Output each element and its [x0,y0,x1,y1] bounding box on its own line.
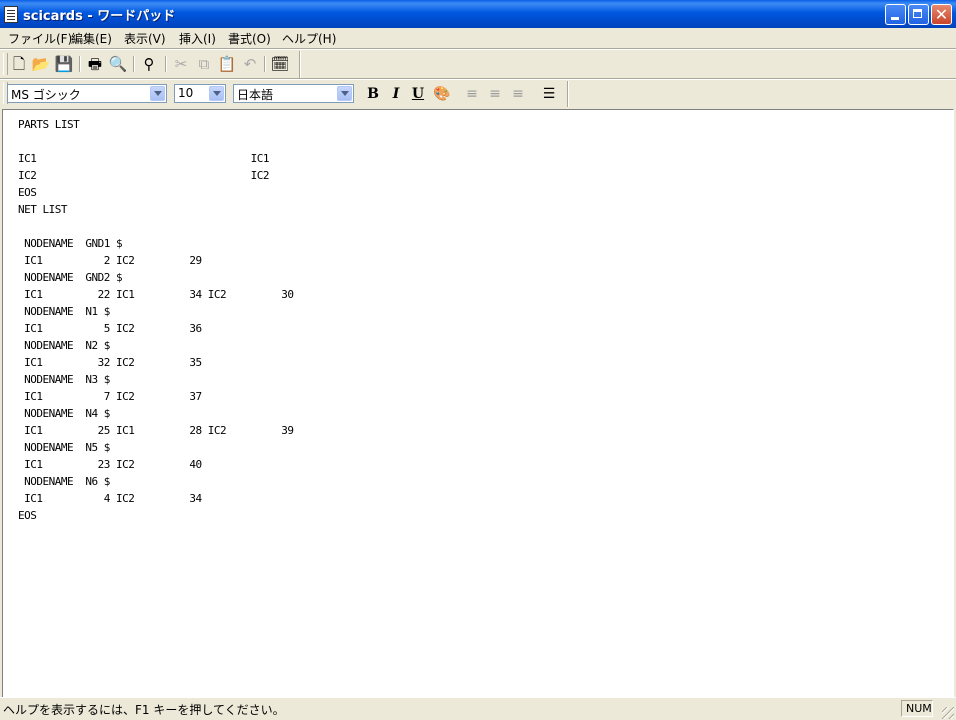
toolbar-divider [264,56,266,72]
num-lock-indicator: NUM [901,700,933,717]
maximize-icon [913,9,922,18]
chevron-down-icon[interactable] [337,86,352,101]
num-lock-label: NUM [906,702,932,715]
minimize-button[interactable] [885,4,906,25]
new-document-icon[interactable]: 🗋 [9,54,29,74]
title-bar[interactable]: scicards - ワードパッド ✕ [0,0,956,28]
menu-help[interactable]: ヘルプ(H) [282,30,336,47]
chevron-down-icon[interactable] [209,86,224,101]
minimize-icon [891,17,899,20]
align-right-icon[interactable]: ≡ [508,84,528,104]
maximize-button[interactable] [908,4,929,25]
wordpad-window: scicards - ワードパッド ✕ ファイル(F) 編集(E) 表示(V) … [0,0,956,720]
status-help-text: ヘルプを表示するには、F1 キーを押してください。 [3,703,285,717]
copy-icon[interactable]: ⧉ [194,54,214,74]
document-area[interactable]: PARTS LIST IC1 IC1 IC2 IC2 EOS NET LIST … [2,109,954,698]
font-name-combo[interactable]: MS ゴシック [7,84,167,103]
font-size-value: 10 [178,86,194,100]
open-folder-icon[interactable]: 📂 [31,54,51,74]
paste-icon[interactable]: 📋 [217,54,237,74]
bullets-icon[interactable]: ☰ [539,84,559,104]
document-text[interactable]: PARTS LIST IC1 IC1 IC2 IC2 EOS NET LIST … [18,116,294,524]
toolbar-divider [79,56,81,72]
toolbar-grip[interactable] [3,53,8,75]
menu-view[interactable]: 表示(V) [124,30,166,47]
toolbar-divider [165,56,167,72]
date-time-icon[interactable]: 🗓 [270,54,290,74]
wordpad-app-icon[interactable] [4,6,18,23]
menu-insert[interactable]: 挿入(I) [179,30,216,47]
script-combo[interactable]: 日本語 [233,84,354,103]
cut-icon[interactable]: ✂ [171,54,191,74]
script-value: 日本語 [237,88,274,102]
align-center-icon[interactable]: ≡ [485,84,505,104]
menu-file[interactable]: ファイル(F) [8,30,72,47]
font-size-combo[interactable]: 10 [174,84,226,103]
menu-bar: ファイル(F) 編集(E) 表示(V) 挿入(I) 書式(O) ヘルプ(H) [0,28,956,48]
status-bar: ヘルプを表示するには、F1 キーを押してください。 NUM [0,697,956,720]
italic-button[interactable]: I [386,84,406,104]
window-title: scicards - ワードパッド [23,9,176,24]
toolbar-divider [133,56,135,72]
text-color-icon[interactable]: 🎨 [432,84,452,104]
find-binoculars-icon[interactable]: ⚲ [139,54,159,74]
toolbar-separator [0,78,956,80]
standard-toolbar: 🗋 📂 💾 🖶 🔍 ⚲ ✂ ⧉ 📋 ↶ 🗓 [0,50,300,78]
chevron-down-icon[interactable] [150,86,165,101]
close-icon: ✕ [934,5,949,24]
toolbar-end-divider [299,51,301,78]
print-preview-icon[interactable]: 🔍 [108,54,128,74]
save-disk-icon[interactable]: 💾 [54,54,74,74]
underline-button[interactable]: U [408,84,428,104]
menu-edit[interactable]: 編集(E) [71,30,112,47]
menu-format[interactable]: 書式(O) [228,30,271,47]
resize-grip-icon[interactable] [942,707,954,719]
print-icon[interactable]: 🖶 [85,54,105,74]
font-name-value: MS ゴシック [11,88,81,102]
formatbar-end-divider [567,81,569,107]
align-left-icon[interactable]: ≡ [462,84,482,104]
close-button[interactable]: ✕ [931,4,952,25]
undo-icon[interactable]: ↶ [240,54,260,74]
bold-button[interactable]: B [363,84,383,104]
